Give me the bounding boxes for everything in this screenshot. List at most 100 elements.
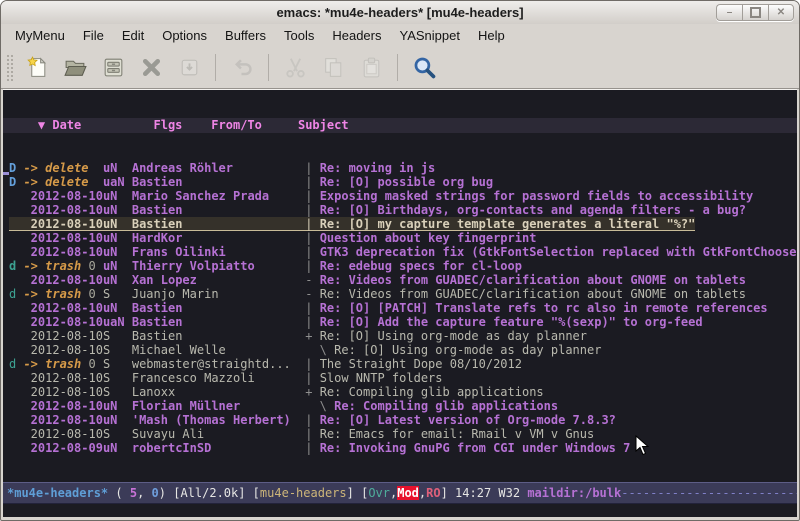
message-subject: Re: [O] Using org-mode as day planner	[320, 329, 587, 343]
message-row[interactable]: 2012-08-10S Michael Welle \ Re: [O] Usin…	[9, 343, 797, 357]
message-row[interactable]: 2012-08-10uaN Bastien | Re: [O] Add the …	[9, 315, 797, 329]
modeline-segment-buf: *mu4e-headers*	[7, 486, 108, 500]
message-date: 2012-08-10	[23, 343, 102, 357]
thread-glyph: |	[305, 161, 319, 175]
message-flags: S	[103, 427, 132, 441]
message-row[interactable]: 2012-08-10uN Bastien | Re: [O] [PATCH] T…	[9, 301, 797, 315]
message-flags: uN	[103, 301, 132, 315]
save-icon[interactable]	[97, 52, 129, 84]
message-row[interactable]: 2012-08-10uN Frans Oilinki | GTK3 deprec…	[9, 245, 797, 259]
mark-action: -> delete	[23, 175, 88, 189]
message-subject: Re: Videos from GUADEC/clarification abo…	[320, 273, 746, 287]
message-row[interactable]: 2012-08-10S Suvayu Ali | Re: Emacs for e…	[9, 427, 797, 441]
thread-glyph: \	[305, 399, 334, 413]
message-row[interactable]: 2012-08-10S Bastien + Re: [O] Using org-…	[9, 329, 797, 343]
message-subject: Re: [O] Latest version of Org-mode 7.8.3…	[320, 413, 616, 427]
thread-glyph: |	[305, 217, 319, 231]
thread-glyph: -	[305, 273, 319, 287]
message-row[interactable]: 2012-08-10uN Bastien | Re: [O] Birthdays…	[9, 203, 797, 217]
message-flags: S	[103, 343, 132, 357]
toolbar-separator	[268, 54, 269, 81]
message-flags: uN	[103, 161, 132, 175]
mark-flag: d	[9, 259, 23, 273]
echo-area[interactable]	[3, 504, 797, 517]
menu-buffers[interactable]: Buffers	[216, 25, 275, 46]
mode-line[interactable]: *mu4e-headers* ( 5, 0) [All/2.0k] [mu4e-…	[3, 482, 797, 504]
message-subject: Re: edebug specs for cl-loop	[320, 259, 522, 273]
menu-mymenu[interactable]: MyMenu	[6, 25, 74, 46]
message-row[interactable]: D -> delete uN Andreas Röhler | Re: movi…	[9, 161, 797, 175]
menu-tools[interactable]: Tools	[275, 25, 323, 46]
modeline-segment-num-mag: 5	[130, 486, 137, 500]
thread-glyph: |	[305, 231, 319, 245]
new-file-icon[interactable]	[21, 52, 53, 84]
menu-yasnippet[interactable]: YASnippet	[390, 25, 468, 46]
message-date: 2012-08-10	[23, 203, 102, 217]
message-from: Bastien	[132, 175, 305, 189]
modeline-segment-fg: ,	[137, 486, 151, 500]
message-subject: Re: [O] Using org-mode as day planner	[334, 343, 601, 357]
menu-headers[interactable]: Headers	[323, 25, 390, 46]
headers-header-line[interactable]: ▼ Date Flgs From/To Subject	[3, 118, 797, 133]
mu4e-headers-buffer: ▼ Date Flgs From/To Subject D -> delete …	[3, 89, 797, 517]
menu-file[interactable]: File	[74, 25, 113, 46]
thread-glyph: |	[305, 189, 319, 203]
close-icon[interactable]	[135, 52, 167, 84]
thread-glyph: |	[305, 175, 319, 189]
message-row[interactable]: d -> trash 0 S Juanjo Marin - Re: Videos…	[9, 287, 797, 301]
menu-edit[interactable]: Edit	[113, 25, 153, 46]
tool-bar	[1, 47, 799, 89]
title-bar[interactable]: emacs: *mu4e-headers* [mu4e-headers] –✕	[1, 1, 799, 25]
message-row[interactable]: 2012-08-10uN 'Mash (Thomas Herbert) | Re…	[9, 413, 797, 427]
menu-options[interactable]: Options	[153, 25, 216, 46]
search-icon[interactable]	[408, 52, 440, 84]
message-from: Xan Lopez	[132, 273, 305, 287]
message-row[interactable]: 2012-08-09uN robertcInSD | Re: Invoking …	[9, 441, 797, 455]
message-row[interactable]: 2012-08-10uN Xan Lopez - Re: Videos from…	[9, 273, 797, 287]
message-date: 2012-08-10	[23, 189, 102, 203]
message-flags: uN	[103, 273, 132, 287]
message-row[interactable]: 2012-08-10S Francesco Mazzoli | Slow NNT…	[9, 371, 797, 385]
message-from: Lanoxx	[132, 385, 305, 399]
message-list: D -> delete uN Andreas Röhler | Re: movi…	[3, 161, 797, 455]
message-row[interactable]: 2012-08-10uN HardKor | Question about ke…	[9, 231, 797, 245]
modeline-segment-mode: mu4e-headers	[260, 486, 347, 500]
toolbar-separator	[397, 54, 398, 81]
modeline-segment-modflag: Mod	[397, 486, 419, 500]
message-subject: Slow NNTP folders	[320, 371, 443, 385]
message-subject: Re: Emacs for email: Rmail v VM v Gnus	[320, 427, 595, 441]
mark-action: -> delete	[23, 161, 88, 175]
message-date: 2012-08-10	[23, 329, 102, 343]
message-row[interactable]: 2012-08-10uN Mario Sanchez Prada | Expos…	[9, 189, 797, 203]
message-from: Bastien	[132, 203, 305, 217]
toolbar-drag-handle[interactable]	[6, 54, 13, 82]
message-from: Bastien	[132, 301, 305, 315]
message-date: 2012-08-10	[23, 399, 102, 413]
message-from: 'Mash (Thomas Herbert)	[132, 413, 305, 427]
close-button[interactable]: ✕	[768, 4, 794, 21]
message-row[interactable]: 2012-08-10uN Florian Müllner \ Re: Compi…	[9, 399, 797, 413]
message-row[interactable]: D -> delete uaN Bastien | Re: [O] possib…	[9, 175, 797, 189]
menu-bar: MyMenuFileEditOptionsBuffersToolsHeaders…	[1, 24, 799, 47]
thread-glyph: |	[305, 245, 319, 259]
open-folder-icon[interactable]	[59, 52, 91, 84]
message-from: Frans Oilinki	[132, 245, 305, 259]
thread-glyph: |	[305, 371, 319, 385]
message-subject: The Straight Dope 08/10/2012	[320, 357, 522, 371]
message-from: webmaster@straightd...	[132, 357, 305, 371]
maximize-button[interactable]	[742, 4, 768, 21]
message-from: Juanjo Marin	[132, 287, 305, 301]
minimize-button[interactable]: –	[716, 4, 742, 21]
message-from: Mario Sanchez Prada	[132, 189, 305, 203]
message-flags: uN	[103, 399, 132, 413]
menu-help[interactable]: Help	[469, 25, 514, 46]
message-row[interactable]: d -> trash 0 S webmaster@straightd... | …	[9, 357, 797, 371]
message-subject: GTK3 deprecation fix (GtkFontSelection r…	[320, 245, 797, 259]
message-from: Bastien	[132, 217, 305, 231]
window-controls: –✕	[716, 4, 794, 21]
toolbar-separator	[215, 54, 216, 81]
message-row[interactable]: 2012-08-10uN Bastien | Re: [O] my captur…	[9, 217, 797, 231]
message-row[interactable]: 2012-08-10S Lanoxx + Re: Compiling glib …	[9, 385, 797, 399]
modeline-segment-fg: ] 14:27 W32	[441, 486, 528, 500]
message-row[interactable]: d -> trash 0 uN Thierry Volpiatto | Re: …	[9, 259, 797, 273]
